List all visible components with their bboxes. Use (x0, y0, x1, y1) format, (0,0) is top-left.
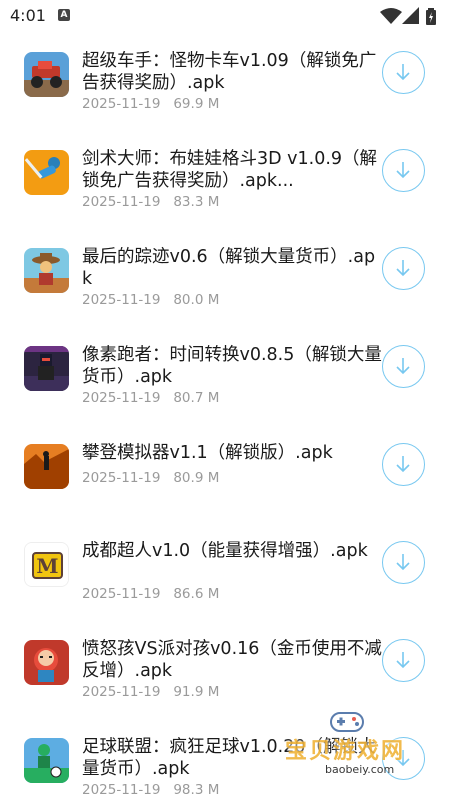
item-size: 69.9 M (173, 96, 220, 112)
item-title: 像素跑者：时间转换v0.8.5（解锁大量货币）.apk (82, 345, 382, 387)
item-meta: 2025-11-19 98.3 M (82, 782, 219, 798)
status-bar: 4:01 A (0, 0, 450, 32)
item-size: 98.3 M (173, 782, 220, 798)
ragdoll-sword-game-icon (24, 150, 69, 195)
download-button[interactable] (382, 149, 425, 192)
site-watermark: 宝贝游戏网 baobeiy.com (285, 705, 445, 785)
climbing-game-icon (24, 444, 69, 489)
item-date: 2025-11-19 (82, 292, 161, 308)
soccer-game-icon (24, 738, 69, 783)
item-date: 2025-11-19 (82, 96, 161, 112)
item-date: 2025-11-19 (82, 470, 161, 486)
cowboy-game-icon (24, 248, 69, 293)
item-title: 成都超人v1.0（能量获得增强）.apk (82, 541, 368, 561)
download-button[interactable] (382, 443, 425, 486)
list-item[interactable]: 剑术大师：布娃娃格斗3D v1.0.9（解锁免广告获得奖励）.apk... 20… (0, 144, 450, 242)
item-size: 91.9 M (173, 684, 220, 700)
download-button[interactable] (382, 345, 425, 388)
item-title: 超级车手：怪物卡车v1.09（解锁免广告获得奖励）.apk (82, 51, 377, 93)
arrow-down-icon (396, 652, 410, 669)
item-meta: 2025-11-19 80.7 M (82, 390, 219, 406)
item-meta: 2025-11-19 80.0 M (82, 292, 219, 308)
item-meta: 2025-11-19 86.6 M (82, 586, 219, 602)
wifi-icon (380, 8, 402, 24)
status-icons (380, 7, 440, 25)
item-meta: 2025-11-19 69.9 M (82, 96, 219, 112)
download-button[interactable] (382, 541, 425, 584)
item-date: 2025-11-19 (82, 390, 161, 406)
item-size: 80.7 M (173, 390, 220, 406)
item-title: 攀登模拟器v1.1（解锁版）.apk (82, 443, 333, 463)
battery-icon (426, 8, 436, 25)
arrow-down-icon (396, 554, 410, 571)
item-size: 86.6 M (173, 586, 220, 602)
item-date: 2025-11-19 (82, 586, 161, 602)
list-item[interactable]: M 成都超人v1.0（能量获得增强）.apk 2025-11-19 86.6 M (0, 536, 450, 634)
signal-icon (402, 7, 419, 24)
svg-text:M: M (36, 554, 58, 578)
item-title: 最后的踪迹v0.6（解锁大量货币）.apk (82, 247, 376, 289)
status-time: 4:01 (10, 6, 46, 25)
item-size: 83.3 M (173, 194, 220, 210)
list-item[interactable]: 攀登模拟器v1.1（解锁版）.apk 2025-11-19 80.9 M (0, 438, 450, 536)
item-title: 愤怒孩VS派对孩v0.16（金币使用不减反增）.apk (82, 639, 382, 681)
list-item[interactable]: 超级车手：怪物卡车v1.09（解锁免广告获得奖励）.apk 2025-11-19… (0, 46, 450, 144)
arrow-down-icon (396, 260, 410, 277)
list-item[interactable]: 最后的踪迹v0.6（解锁大量货币）.apk 2025-11-19 80.0 M (0, 242, 450, 340)
download-button[interactable] (382, 247, 425, 290)
watermark-text: 宝贝游戏网 (285, 739, 406, 764)
item-title: 剑术大师：布娃娃格斗3D v1.0.9（解锁免广告获得奖励）.apk... (82, 149, 378, 191)
item-size: 80.9 M (173, 470, 220, 486)
item-date: 2025-11-19 (82, 194, 161, 210)
watermark-url: baobeiy.com (325, 763, 395, 776)
pixel-runner-game-icon (24, 346, 69, 391)
item-meta: 2025-11-19 80.9 M (82, 470, 219, 486)
list-item[interactable]: 像素跑者：时间转换v0.8.5（解锁大量货币）.apk 2025-11-19 8… (0, 340, 450, 438)
download-button[interactable] (382, 639, 425, 682)
download-list: 超级车手：怪物卡车v1.09（解锁免广告获得奖励）.apk 2025-11-19… (0, 32, 450, 800)
item-meta: 2025-11-19 91.9 M (82, 684, 219, 700)
notification-icon: A (58, 9, 70, 21)
item-date: 2025-11-19 (82, 684, 161, 700)
item-meta: 2025-11-19 83.3 M (82, 194, 219, 210)
arrow-down-icon (396, 162, 410, 179)
arrow-down-icon (396, 456, 410, 473)
item-date: 2025-11-19 (82, 782, 161, 798)
download-button[interactable] (382, 51, 425, 94)
arrow-down-icon (396, 358, 410, 375)
monster-truck-game-icon (24, 52, 69, 97)
m-letter-game-icon: M (24, 542, 69, 587)
angry-kid-game-icon (24, 640, 69, 685)
item-size: 80.0 M (173, 292, 220, 308)
arrow-down-icon (396, 64, 410, 81)
